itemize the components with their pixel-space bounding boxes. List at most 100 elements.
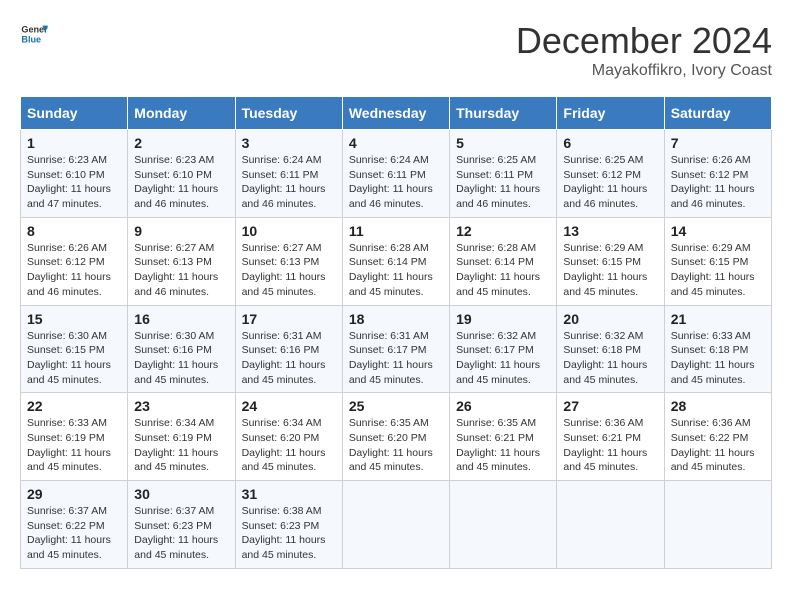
day-number: 14 (671, 223, 765, 239)
table-row: 28 Sunrise: 6:36 AMSunset: 6:22 PMDayligh… (664, 393, 771, 481)
day-info: Sunrise: 6:27 AMSunset: 6:13 PMDaylight:… (242, 242, 326, 298)
day-number: 13 (563, 223, 657, 239)
day-info: Sunrise: 6:35 AMSunset: 6:21 PMDaylight:… (456, 417, 540, 473)
day-info: Sunrise: 6:28 AMSunset: 6:14 PMDaylight:… (349, 242, 433, 298)
day-number: 5 (456, 135, 550, 151)
day-number: 17 (242, 311, 336, 327)
table-row: 24Sunrise: 6:34 AMSunset: 6:20 PMDayligh… (235, 393, 342, 481)
day-number: 18 (349, 311, 443, 327)
day-number: 24 (242, 398, 336, 414)
day-info: Sunrise: 6:23 AMSunset: 6:10 PMDaylight:… (134, 154, 218, 210)
day-number: 10 (242, 223, 336, 239)
table-row: 1 Sunrise: 6:23 AMSunset: 6:10 PMDaylight… (21, 130, 128, 218)
day-number: 30 (134, 486, 228, 502)
day-info: Sunrise: 6:25 AMSunset: 6:11 PMDaylight:… (456, 154, 540, 210)
header-row: Sunday Monday Tuesday Wednesday Thursday… (21, 97, 772, 130)
day-info: Sunrise: 6:36 AMSunset: 6:22 PMDaylight:… (671, 417, 755, 473)
day-number: 20 (563, 311, 657, 327)
day-number: 28 (671, 398, 765, 414)
col-sunday: Sunday (21, 97, 128, 130)
table-row: 8Sunrise: 6:26 AMSunset: 6:12 PMDaylight… (21, 217, 128, 305)
day-number: 31 (242, 486, 336, 502)
day-number: 19 (456, 311, 550, 327)
day-info: Sunrise: 6:24 AMSunset: 6:11 PMDaylight:… (349, 154, 433, 210)
calendar-week-row: 8Sunrise: 6:26 AMSunset: 6:12 PMDaylight… (21, 217, 772, 305)
table-row: 4 Sunrise: 6:24 AMSunset: 6:11 PMDaylight… (342, 130, 449, 218)
svg-text:Blue: Blue (21, 34, 41, 44)
day-info: Sunrise: 6:37 AMSunset: 6:22 PMDaylight:… (27, 505, 111, 561)
day-number: 27 (563, 398, 657, 414)
day-info: Sunrise: 6:34 AMSunset: 6:19 PMDaylight:… (134, 417, 218, 473)
day-info: Sunrise: 6:23 AMSunset: 6:10 PMDaylight:… (27, 154, 111, 210)
calendar-table: Sunday Monday Tuesday Wednesday Thursday… (20, 96, 772, 569)
calendar-week-row: 29 Sunrise: 6:37 AMSunset: 6:22 PMDayligh… (21, 481, 772, 569)
day-info: Sunrise: 6:32 AMSunset: 6:18 PMDaylight:… (563, 330, 647, 386)
day-number: 21 (671, 311, 765, 327)
day-info: Sunrise: 6:31 AMSunset: 6:17 PMDaylight:… (349, 330, 433, 386)
table-row: 9Sunrise: 6:27 AMSunset: 6:13 PMDaylight… (128, 217, 235, 305)
table-row (342, 481, 449, 569)
day-number: 15 (27, 311, 121, 327)
table-row: 6 Sunrise: 6:25 AMSunset: 6:12 PMDaylight… (557, 130, 664, 218)
col-monday: Monday (128, 97, 235, 130)
table-row: 21 Sunrise: 6:33 AMSunset: 6:18 PMDayligh… (664, 305, 771, 393)
day-info: Sunrise: 6:25 AMSunset: 6:12 PMDaylight:… (563, 154, 647, 210)
table-row: 2 Sunrise: 6:23 AMSunset: 6:10 PMDaylight… (128, 130, 235, 218)
header: General Blue December 2024 Mayakoffikro,… (20, 20, 772, 80)
day-number: 1 (27, 135, 121, 151)
day-number: 12 (456, 223, 550, 239)
logo-icon: General Blue (20, 20, 48, 48)
table-row: 25Sunrise: 6:35 AMSunset: 6:20 PMDayligh… (342, 393, 449, 481)
table-row: 5 Sunrise: 6:25 AMSunset: 6:11 PMDaylight… (450, 130, 557, 218)
day-info: Sunrise: 6:33 AMSunset: 6:18 PMDaylight:… (671, 330, 755, 386)
calendar-week-row: 1 Sunrise: 6:23 AMSunset: 6:10 PMDaylight… (21, 130, 772, 218)
day-number: 3 (242, 135, 336, 151)
table-row: 20 Sunrise: 6:32 AMSunset: 6:18 PMDayligh… (557, 305, 664, 393)
day-number: 16 (134, 311, 228, 327)
location-title: Mayakoffikro, Ivory Coast (516, 62, 772, 80)
day-info: Sunrise: 6:30 AMSunset: 6:15 PMDaylight:… (27, 330, 111, 386)
table-row: 7Sunrise: 6:26 AMSunset: 6:12 PMDaylight… (664, 130, 771, 218)
day-number: 2 (134, 135, 228, 151)
table-row: 23Sunrise: 6:34 AMSunset: 6:19 PMDayligh… (128, 393, 235, 481)
table-row: 30Sunrise: 6:37 AMSunset: 6:23 PMDayligh… (128, 481, 235, 569)
day-number: 29 (27, 486, 121, 502)
calendar-week-row: 15 Sunrise: 6:30 AMSunset: 6:15 PMDayligh… (21, 305, 772, 393)
table-row: 17 Sunrise: 6:31 AMSunset: 6:16 PMDayligh… (235, 305, 342, 393)
day-info: Sunrise: 6:36 AMSunset: 6:21 PMDaylight:… (563, 417, 647, 473)
table-row (450, 481, 557, 569)
day-number: 11 (349, 223, 443, 239)
day-info: Sunrise: 6:26 AMSunset: 6:12 PMDaylight:… (671, 154, 755, 210)
table-row: 19Sunrise: 6:32 AMSunset: 6:17 PMDayligh… (450, 305, 557, 393)
day-info: Sunrise: 6:28 AMSunset: 6:14 PMDaylight:… (456, 242, 540, 298)
table-row: 18 Sunrise: 6:31 AMSunset: 6:17 PMDayligh… (342, 305, 449, 393)
logo: General Blue (20, 20, 48, 48)
col-friday: Friday (557, 97, 664, 130)
day-info: Sunrise: 6:31 AMSunset: 6:16 PMDaylight:… (242, 330, 326, 386)
day-number: 25 (349, 398, 443, 414)
col-thursday: Thursday (450, 97, 557, 130)
day-info: Sunrise: 6:24 AMSunset: 6:11 PMDaylight:… (242, 154, 326, 210)
title-area: December 2024 Mayakoffikro, Ivory Coast (516, 20, 772, 80)
day-number: 9 (134, 223, 228, 239)
table-row: 13 Sunrise: 6:29 AMSunset: 6:15 PMDayligh… (557, 217, 664, 305)
table-row: 3 Sunrise: 6:24 AMSunset: 6:11 PMDaylight… (235, 130, 342, 218)
day-info: Sunrise: 6:29 AMSunset: 6:15 PMDaylight:… (563, 242, 647, 298)
table-row: 27 Sunrise: 6:36 AMSunset: 6:21 PMDayligh… (557, 393, 664, 481)
col-saturday: Saturday (664, 97, 771, 130)
day-info: Sunrise: 6:33 AMSunset: 6:19 PMDaylight:… (27, 417, 111, 473)
table-row: 31 Sunrise: 6:38 AMSunset: 6:23 PMDayligh… (235, 481, 342, 569)
table-row: 22Sunrise: 6:33 AMSunset: 6:19 PMDayligh… (21, 393, 128, 481)
table-row (664, 481, 771, 569)
day-number: 26 (456, 398, 550, 414)
table-row: 26 Sunrise: 6:35 AMSunset: 6:21 PMDayligh… (450, 393, 557, 481)
table-row: 14Sunrise: 6:29 AMSunset: 6:15 PMDayligh… (664, 217, 771, 305)
day-number: 4 (349, 135, 443, 151)
day-number: 6 (563, 135, 657, 151)
table-row: 15 Sunrise: 6:30 AMSunset: 6:15 PMDayligh… (21, 305, 128, 393)
table-row: 10 Sunrise: 6:27 AMSunset: 6:13 PMDayligh… (235, 217, 342, 305)
table-row (557, 481, 664, 569)
col-wednesday: Wednesday (342, 97, 449, 130)
table-row: 16Sunrise: 6:30 AMSunset: 6:16 PMDayligh… (128, 305, 235, 393)
day-info: Sunrise: 6:38 AMSunset: 6:23 PMDaylight:… (242, 505, 326, 561)
